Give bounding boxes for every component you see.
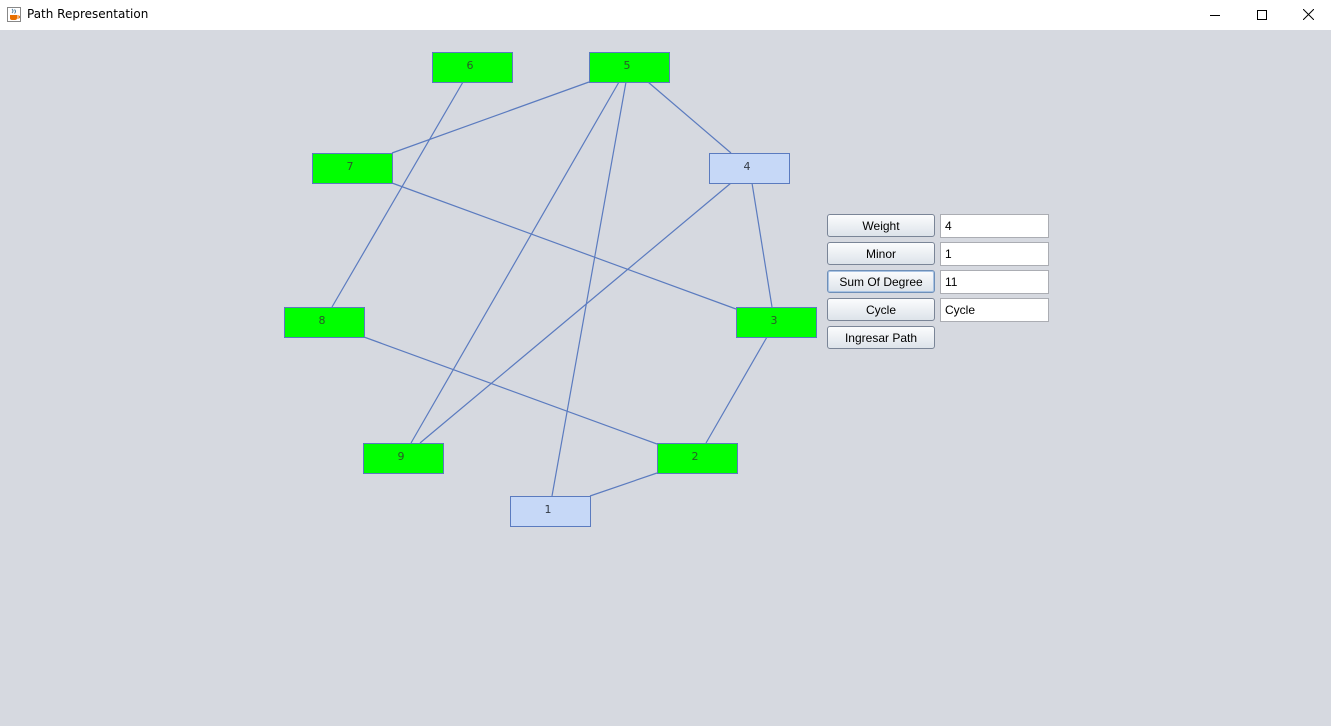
close-button[interactable]: [1285, 0, 1331, 29]
graph-node-9[interactable]: 9: [363, 443, 444, 474]
edge-2-1: [589, 472, 658, 497]
graph-canvas: 1 2 3 4 5 6 7 8 9: [284, 52, 817, 527]
graph-node-4[interactable]: 4: [709, 153, 790, 184]
graph-node-5[interactable]: 5: [589, 52, 670, 83]
node-label: 9: [398, 450, 405, 463]
node-label: 1: [545, 503, 552, 516]
sum-of-degree-field[interactable]: [940, 270, 1049, 294]
node-label: 7: [347, 160, 354, 173]
graph-node-3[interactable]: 3: [736, 307, 817, 338]
minor-field[interactable]: [940, 242, 1049, 266]
graph-node-7[interactable]: 7: [312, 153, 393, 184]
edge-3-2: [705, 336, 768, 444]
weight-button[interactable]: Weight: [827, 214, 935, 237]
edge-7-3: [391, 182, 737, 310]
maximize-icon: [1257, 9, 1267, 20]
minimize-icon: [1210, 14, 1220, 16]
node-label: 3: [771, 314, 778, 327]
edge-6-8: [331, 81, 464, 308]
graph-node-2[interactable]: 2: [657, 443, 738, 474]
node-label: 4: [744, 160, 751, 173]
window-title: Path Representation: [27, 7, 149, 21]
node-label: 8: [319, 314, 326, 327]
graph-node-8[interactable]: 8: [284, 307, 365, 338]
cycle-field[interactable]: [940, 298, 1049, 322]
graph-node-1[interactable]: 1: [510, 496, 591, 527]
node-label: 5: [624, 59, 631, 72]
close-icon: [1302, 9, 1314, 20]
ingresar-path-button[interactable]: Ingresar Path: [827, 326, 935, 349]
edge-5-4: [647, 81, 732, 154]
edge-5-1: [551, 81, 627, 497]
node-label: 2: [692, 450, 699, 463]
title-bar: Path Representation: [0, 0, 1331, 30]
weight-field[interactable]: [940, 214, 1049, 238]
minimize-button[interactable]: [1192, 0, 1238, 29]
sum-of-degree-button[interactable]: Sum Of Degree: [827, 270, 935, 293]
edge-5-9: [410, 81, 620, 444]
edge-5-7: [391, 81, 590, 154]
edge-4-9: [419, 182, 732, 444]
graph-node-6[interactable]: 6: [432, 52, 513, 83]
maximize-button[interactable]: [1239, 0, 1285, 29]
java-cup-icon: [7, 7, 21, 22]
edge-8-2: [363, 336, 658, 445]
client-area: 1 2 3 4 5 6 7 8 9 Weight Minor Sum Of Degree Cyc…: [0, 30, 1331, 726]
node-label: 6: [467, 59, 474, 72]
cycle-button[interactable]: Cycle: [827, 298, 935, 321]
edge-4-3: [751, 182, 773, 308]
minor-button[interactable]: Minor: [827, 242, 935, 265]
